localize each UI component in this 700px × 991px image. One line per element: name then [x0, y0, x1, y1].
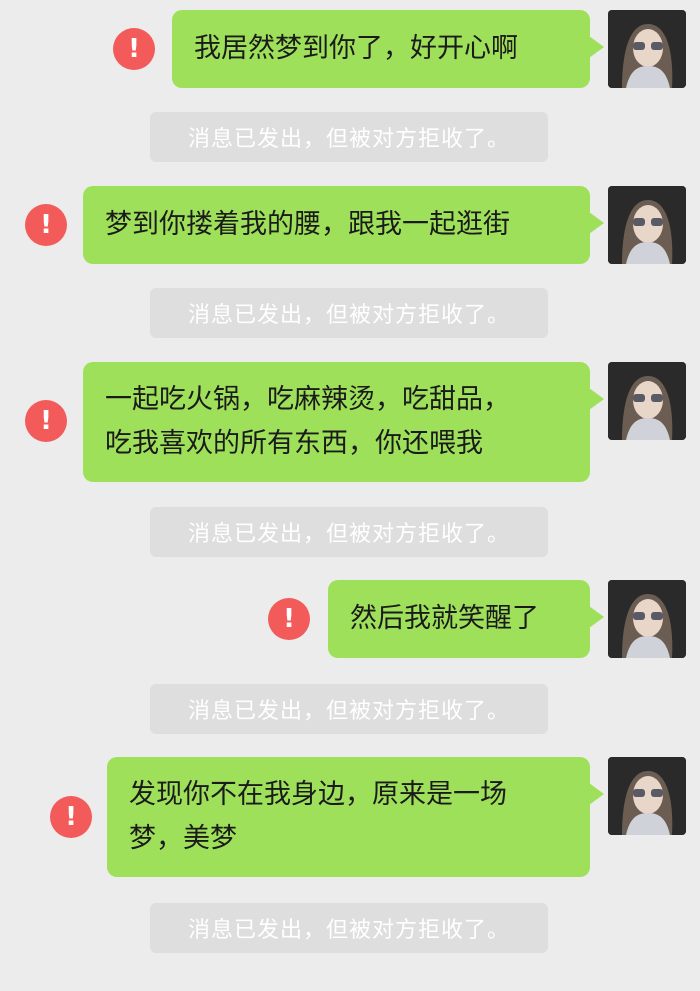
system-notice: 消息已发出，但被对方拒收了。 [150, 903, 548, 953]
avatar[interactable] [608, 186, 686, 264]
system-notice: 消息已发出，但被对方拒收了。 [150, 288, 548, 338]
avatar[interactable] [608, 757, 686, 835]
message-text: 梦到你搂着我的腰，跟我一起逛街 [105, 209, 510, 240]
message-text: 然后我就笑醒了 [350, 603, 539, 634]
exclamation-icon[interactable]: ! [50, 796, 92, 838]
message-text: 我居然梦到你了，好开心啊 [194, 33, 518, 64]
message-bubble[interactable]: 梦到你搂着我的腰，跟我一起逛街 [83, 186, 604, 264]
exclamation-icon[interactable]: ! [113, 28, 155, 70]
exclamation-icon[interactable]: ! [268, 598, 310, 640]
exclamation-icon[interactable]: ! [25, 400, 67, 442]
avatar[interactable] [608, 580, 686, 658]
avatar[interactable] [608, 362, 686, 440]
message-bubble[interactable]: 一起吃火锅，吃麻辣烫，吃甜品， 吃我喜欢的所有东西，你还喂我 [83, 362, 604, 482]
exclamation-icon[interactable]: ! [25, 204, 67, 246]
message-text: 一起吃火锅，吃麻辣烫，吃甜品， 吃我喜欢的所有东西，你还喂我 [105, 384, 510, 459]
message-text: 发现你不在我身边，原来是一场 梦，美梦 [129, 779, 507, 854]
message-bubble[interactable]: 发现你不在我身边，原来是一场 梦，美梦 [107, 757, 604, 877]
message-bubble[interactable]: 然后我就笑醒了 [328, 580, 604, 658]
message-bubble[interactable]: 我居然梦到你了，好开心啊 [172, 10, 604, 88]
system-notice: 消息已发出，但被对方拒收了。 [150, 112, 548, 162]
system-notice: 消息已发出，但被对方拒收了。 [150, 684, 548, 734]
avatar[interactable] [608, 10, 686, 88]
system-notice: 消息已发出，但被对方拒收了。 [150, 507, 548, 557]
